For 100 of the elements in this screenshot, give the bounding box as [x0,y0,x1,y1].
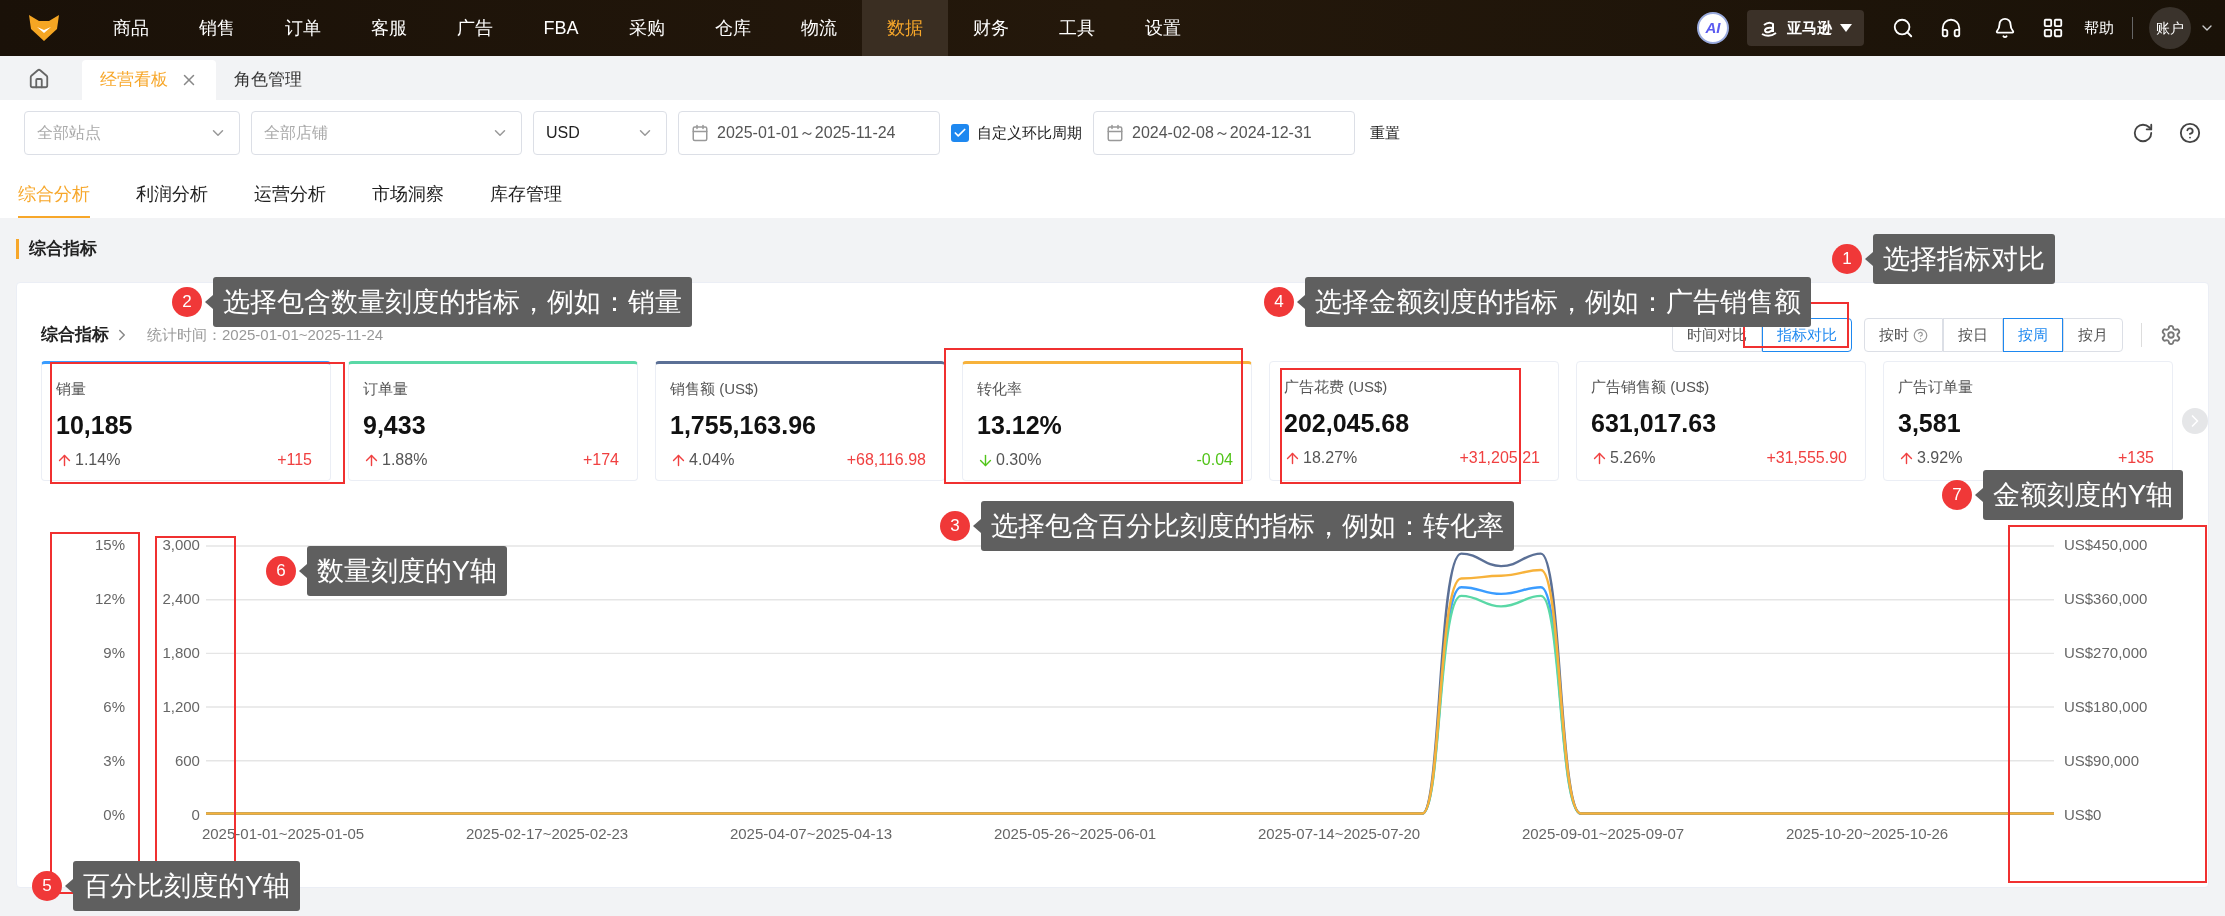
checkbox[interactable] [951,124,969,142]
granularity-option[interactable]: 按月 [2063,318,2123,352]
apps-grid-icon[interactable] [2042,17,2064,39]
axis-tick-label: US$90,000 [2063,751,2139,771]
calendar-icon [1106,124,1124,142]
axis-tick-label: 0% [103,805,126,825]
callout-pointer-icon [973,519,981,533]
metric-label: 广告订单量 [1898,377,1974,397]
metric-diff: +174 [582,450,619,470]
section-tab[interactable]: 库存管理 [490,172,562,218]
page-tab[interactable]: 角色管理 [216,60,320,100]
account-avatar[interactable]: 账户 [2149,7,2191,49]
nav-item[interactable]: 数据 [862,0,948,56]
nav-item[interactable]: 工具 [1034,0,1120,56]
caret-icon [1840,24,1852,32]
compare-date-field[interactable]: 2024-02-08～2024-12-31 [1093,111,1355,155]
section-tab[interactable]: 利润分析 [136,172,208,218]
axis-tick-label: 9% [103,643,126,663]
metric-diff: -0.04 [1196,450,1233,470]
metric-value: 10,185 [56,409,134,441]
metric-percent: 0.30% [996,450,1042,470]
metric-card[interactable]: 销售额 (US$) 1,755,163.96 4.04% +68,116.98 [655,361,945,481]
section-title: 综合指标 [29,238,97,261]
stat-time: 统计时间：2025-01-01~2025-11-24 [147,324,384,345]
axis-tick-label: 6% [103,697,126,717]
settings-icon[interactable] [2160,324,2182,346]
checkbox-label[interactable]: 自定义环比周期 [977,121,1082,145]
check-icon [953,126,967,140]
metric-diff: +135 [2117,448,2154,468]
axis-tick-label: US$450,000 [2063,535,2148,555]
home-icon[interactable] [28,68,50,90]
metric-value: 3,581 [1898,407,1962,439]
nav-item[interactable]: 财务 [948,0,1034,56]
axis-tick-label: 15% [95,535,126,555]
date-range-field[interactable]: 2025-01-01～2025-11-24 [678,111,940,155]
metric-label: 广告销售额 (US$) [1591,377,1711,397]
search-icon[interactable] [1892,17,1914,39]
callout-pointer-icon [65,879,73,893]
callout-tooltip: 百分比刻度的Y轴 [73,861,300,911]
callout-tooltip: 选择指标对比 [1873,234,2055,284]
metric-card[interactable]: 转化率 13.12% 0.30% -0.04 [962,361,1252,481]
callout-tooltip: 选择包含数量刻度的指标，例如：销量 [213,277,692,327]
axis-tick-label: 3% [103,751,126,771]
metric-value: 631,017.63 [1591,407,1718,439]
callout-tooltip: 数量刻度的Y轴 [307,546,507,596]
callout-pointer-icon [1865,252,1873,266]
nav-item[interactable]: 订单 [260,0,346,56]
axis-tick-label: 1,200 [162,697,200,717]
metric-card[interactable]: 广告销售额 (US$) 631,017.63 5.26% +31,555.90 [1576,361,1866,481]
refresh-icon[interactable] [2132,122,2154,144]
marketplace-dropdown[interactable]: 亚马逊 [1747,10,1864,46]
fox-logo-icon[interactable] [27,13,61,43]
callout-pointer-icon [1297,295,1305,309]
ai-badge[interactable]: AI [1697,12,1729,44]
axis-tick-label: 600 [174,751,200,771]
metric-value: 1,755,163.96 [670,409,817,441]
nav-item[interactable]: 采购 [604,0,690,56]
metric-percent: 1.88% [382,450,428,470]
axis-tick-label: 3,000 [162,535,200,555]
panel-title[interactable]: 综合指标 [41,322,131,348]
metric-label: 订单量 [363,379,409,399]
help-icon[interactable] [2179,122,2201,144]
reset-button[interactable]: 重置 [1370,121,1400,145]
callout-pointer-icon [299,564,307,578]
nav-item[interactable]: 仓库 [690,0,776,56]
section-tab[interactable]: 市场洞察 [372,172,444,218]
metric-percent: 4.04% [689,450,735,470]
step-number-badge: 5 [32,871,62,901]
axis-tick-label: 2025-10-20~2025-10-26 [1785,823,1950,844]
metric-value: 202,045.68 [1284,407,1411,439]
nav-item[interactable]: 销售 [174,0,260,56]
axis-tick-label: 12% [95,589,126,609]
currency-select[interactable]: USD [533,111,667,155]
callout-tooltip: 选择包含百分比刻度的指标，例如：转化率 [981,501,1514,551]
granularity-option[interactable]: 按周 [2003,318,2063,352]
axis-tick-label: US$360,000 [2063,589,2148,609]
metric-percent: 5.26% [1610,448,1656,468]
metric-percent: 1.14% [75,450,121,470]
nav-item[interactable]: 客服 [346,0,432,56]
nav-item[interactable]: 广告 [432,0,518,56]
metric-percent: 3.92% [1917,448,1963,468]
nav-item[interactable]: 物流 [776,0,862,56]
callout-tooltip: 选择金额刻度的指标，例如：广告销售额 [1305,277,1811,327]
metric-card[interactable]: 订单量 9,433 1.88% +174 [348,361,638,481]
nav-item[interactable]: 商品 [88,0,174,56]
section-tab[interactable]: 运营分析 [254,172,326,218]
bell-icon[interactable] [1994,17,2016,39]
callout-pointer-icon [205,295,213,309]
callout-pointer-icon [1975,488,1983,502]
granularity-option[interactable]: 按日 [1943,318,2003,352]
nav-item[interactable]: 设置 [1120,0,1206,56]
calendar-icon [691,124,709,142]
nav-item[interactable]: FBA [518,0,604,56]
axis-tick-label: 2,400 [162,589,200,609]
granularity-option[interactable]: 按时 [1864,318,1943,352]
help-link[interactable]: 帮助 [2084,16,2114,40]
headset-icon[interactable] [1940,17,1962,39]
metric-card[interactable]: 销量 10,185 1.14% +115 [41,361,331,481]
axis-tick-label: 1,800 [162,643,200,663]
axis-tick-label: US$0 [2063,805,2102,825]
